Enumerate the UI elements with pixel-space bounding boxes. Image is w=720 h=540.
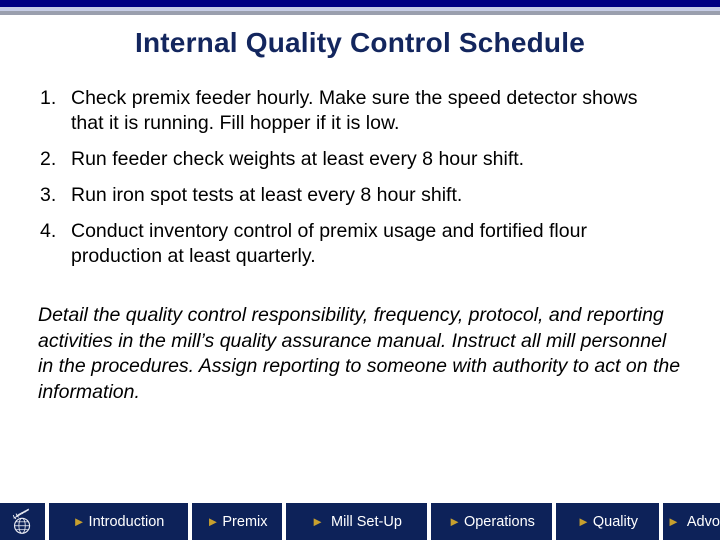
nav-tab-label: Operations (463, 513, 535, 530)
list-item: Run iron spot tests at least every 8 hou… (40, 183, 463, 208)
globe-wheat-logo-icon[interactable] (0, 503, 45, 540)
nav-tab-advocacy[interactable]: ► Advocacy (663, 503, 720, 540)
nav-tab-introduction[interactable]: ► Introduction (49, 503, 188, 540)
triangle-right-icon: ► (667, 514, 680, 529)
nav-tab-label: Introduction (88, 513, 165, 530)
nav-tab-label: Mill Set-Up (330, 513, 402, 530)
bottom-navigation-bar: ► Introduction ► Premix ► Mill Set-Up ► … (0, 503, 720, 540)
nav-tab-mill-set-up[interactable]: ► Mill Set-Up (286, 503, 427, 540)
detail-paragraph: Detail the quality control responsibilit… (38, 304, 681, 403)
list-item: Check premix feeder hourly. Make sure th… (40, 86, 638, 134)
nav-tab-operations[interactable]: ► Operations (431, 503, 552, 540)
triangle-right-icon: ► (576, 514, 590, 529)
triangle-right-icon: ► (206, 514, 220, 529)
page-title: Internal Quality Control Schedule (135, 27, 585, 58)
triangle-right-icon: ► (311, 514, 324, 529)
triangle-right-icon: ► (72, 514, 86, 529)
nav-tab-premix[interactable]: ► Premix (192, 503, 282, 540)
slide-content: Check premix feeder hourly. Make sure th… (38, 86, 693, 405)
list-item: Conduct inventory control of premix usag… (40, 219, 587, 267)
nav-tab-quality[interactable]: ► Quality (556, 503, 659, 540)
list-item: Run feeder check weights at least every … (40, 147, 525, 172)
top-navy-bar (0, 0, 720, 7)
nav-tab-label: Quality (592, 513, 638, 530)
triangle-right-icon: ► (448, 514, 461, 529)
nav-tab-label: Advocacy (686, 513, 720, 530)
quality-control-list: Check premix feeder hourly. Make sure th… (38, 86, 693, 269)
top-gray-bar (0, 11, 720, 15)
nav-tab-label: Premix (222, 513, 268, 530)
top-decoration-bars (0, 0, 720, 15)
